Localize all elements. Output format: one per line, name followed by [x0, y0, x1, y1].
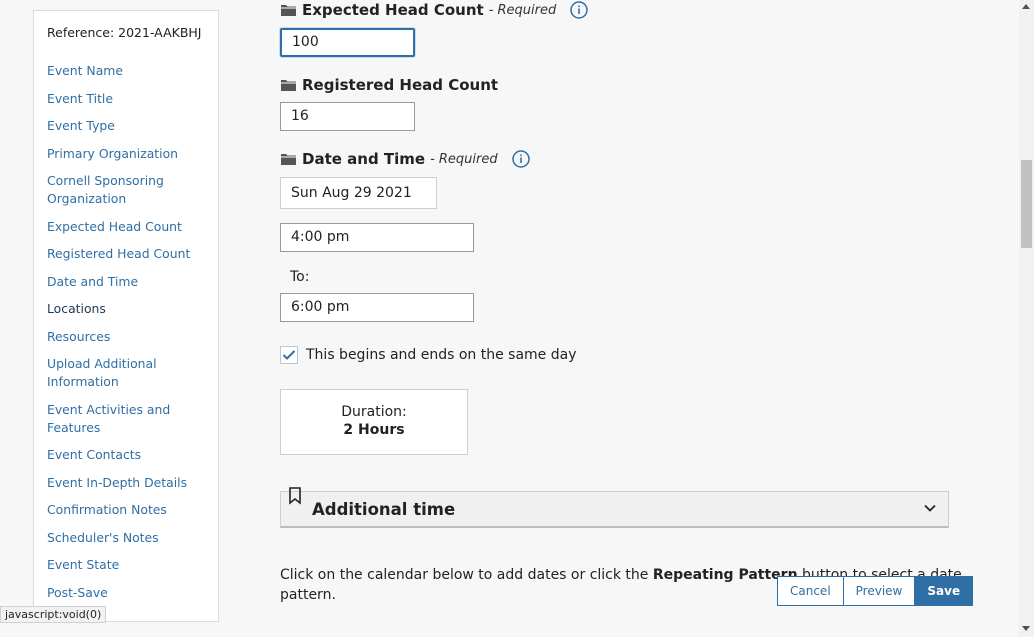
same-day-checkbox[interactable]	[280, 346, 298, 364]
preview-button[interactable]: Preview	[843, 576, 916, 606]
same-day-label: This begins and ends on the same day	[306, 347, 577, 363]
nav-item-schedulers-notes[interactable]: Scheduler's Notes	[47, 529, 208, 547]
registered-head-count-heading: Registered Head Count	[280, 76, 498, 94]
reference-number: Reference: 2021-AAKBHJ	[47, 25, 202, 40]
registered-head-count-title: Registered Head Count	[302, 76, 499, 94]
duration-summary: Duration: 2 Hours	[280, 389, 468, 455]
folder-icon	[281, 80, 296, 91]
nav-item-registered-head-count[interactable]: Registered Head Count	[47, 245, 208, 263]
date-and-time-title: Date and Time	[302, 150, 426, 168]
nav-item-event-contacts[interactable]: Event Contacts	[47, 446, 208, 464]
folder-icon	[281, 5, 296, 16]
nav-item-primary-organization[interactable]: Primary Organization	[47, 145, 208, 163]
required-label: - Required	[430, 151, 498, 167]
repeating-pattern-emphasis: Repeating Pattern	[652, 567, 798, 583]
additional-time-title: Additional time	[312, 500, 456, 519]
same-day-option[interactable]: This begins and ends on the same day	[280, 346, 577, 364]
expected-head-count-heading: Expected Head Count - Required	[280, 1, 588, 19]
scroll-down-icon[interactable]	[1022, 626, 1030, 631]
duration-value: 2 Hours	[343, 422, 405, 438]
chevron-down-icon[interactable]	[922, 500, 938, 516]
checkmark-icon	[282, 350, 296, 360]
expected-head-count-title: Expected Head Count	[302, 1, 484, 19]
info-icon[interactable]	[511, 150, 530, 168]
scroll-up-icon[interactable]	[1022, 4, 1030, 9]
nav-item-event-type[interactable]: Event Type	[47, 117, 208, 135]
nav-item-event-state[interactable]: Event State	[47, 556, 208, 574]
to-label: To:	[290, 269, 310, 285]
date-and-time-heading: Date and Time - Required	[280, 150, 530, 168]
nav-item-upload-additional-information[interactable]: Upload Additional Information	[47, 355, 208, 391]
cancel-button[interactable]: Cancel	[777, 576, 844, 606]
scroll-thumb[interactable]	[1021, 160, 1032, 248]
additional-time-accordion[interactable]: Additional time	[280, 487, 949, 528]
duration-label: Duration:	[341, 404, 407, 420]
date-input[interactable]: Sun Aug 29 2021	[280, 177, 437, 209]
nav-item-event-activities-and-features[interactable]: Event Activities and Features	[47, 401, 208, 437]
vertical-scrollbar[interactable]	[1019, 0, 1034, 637]
folder-icon	[281, 154, 296, 165]
nav-item-locations[interactable]: Locations	[47, 300, 208, 318]
expected-head-count-input[interactable]: 100	[280, 28, 415, 57]
section-navigation: Reference: 2021-AAKBHJ Event Name Event …	[33, 10, 219, 622]
nav-item-post-save[interactable]: Post-Save	[47, 584, 208, 602]
link-status-bar: javascript:void(0)	[0, 606, 107, 623]
help-text-part1: Click on the calendar below to add dates…	[280, 567, 653, 583]
start-time-input[interactable]: 4:00 pm	[280, 223, 474, 252]
nav-item-expected-head-count[interactable]: Expected Head Count	[47, 218, 208, 236]
nav-item-event-in-depth-details[interactable]: Event In-Depth Details	[47, 474, 208, 492]
main-form: Expected Head Count - Required 100 Regis…	[280, 0, 980, 637]
nav-item-resources[interactable]: Resources	[47, 328, 208, 346]
nav-item-event-name[interactable]: Event Name	[47, 62, 208, 80]
nav-item-date-and-time[interactable]: Date and Time	[47, 273, 208, 291]
bookmark-icon	[289, 487, 301, 505]
nav-item-event-title[interactable]: Event Title	[47, 90, 208, 108]
save-button[interactable]: Save	[915, 576, 974, 606]
end-time-input[interactable]: 6:00 pm	[280, 293, 474, 322]
nav-item-cornell-sponsoring-organization[interactable]: Cornell Sponsoring Organization	[47, 172, 208, 208]
registered-head-count-input[interactable]: 16	[280, 102, 415, 131]
required-label: - Required	[488, 2, 557, 18]
form-actions: Cancel Preview Save	[777, 576, 974, 606]
nav-item-confirmation-notes[interactable]: Confirmation Notes	[47, 501, 208, 519]
help-text-part3: pattern.	[280, 587, 336, 603]
nav-list: Event Name Event Title Event Type Primar…	[47, 62, 208, 602]
info-icon[interactable]	[570, 1, 588, 19]
